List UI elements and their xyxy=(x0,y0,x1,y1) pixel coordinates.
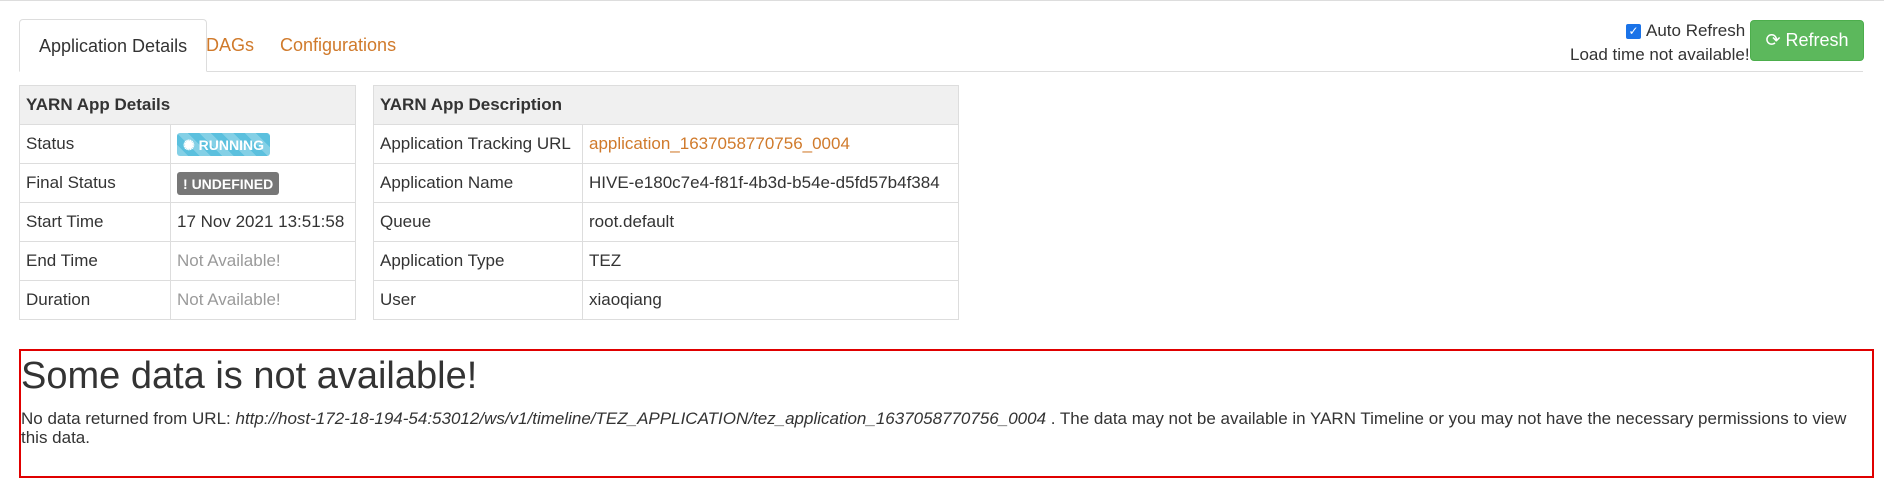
row-key: Start Time xyxy=(19,202,171,242)
table-row: Application Tracking URL application_163… xyxy=(373,124,959,164)
row-key: Application Tracking URL xyxy=(373,124,583,164)
exclamation-icon: ! xyxy=(183,175,188,192)
table-row: Application Name HIVE-e180c7e4-f81f-4b3d… xyxy=(373,163,959,203)
load-time-text: Load time not available! xyxy=(1570,45,1750,64)
row-key: Queue xyxy=(373,202,583,242)
row-value: Not Available! xyxy=(170,280,356,320)
yarn-app-details-table: YARN App Details Status ✺ RUNNING Final … xyxy=(19,85,356,320)
auto-refresh-control[interactable]: ✓ Auto Refresh xyxy=(1626,20,1745,42)
row-key: Status xyxy=(19,124,171,164)
table-row: Final Status ! UNDEFINED xyxy=(19,163,356,203)
error-title: Some data is not available! xyxy=(21,355,478,397)
error-panel: Some data is not available! No data retu… xyxy=(19,349,1874,478)
auto-refresh-checkbox[interactable]: ✓ xyxy=(1626,23,1641,39)
table-row: Queue root.default xyxy=(373,202,959,242)
row-key: User xyxy=(373,280,583,320)
refresh-button-label: Refresh xyxy=(1785,30,1849,50)
row-value: application_1637058770756_0004 xyxy=(582,124,959,164)
row-key: Final Status xyxy=(19,163,171,203)
table-title: YARN App Details xyxy=(19,85,356,125)
status-badge-label: RUNNING xyxy=(198,136,264,153)
table-title: YARN App Description xyxy=(373,85,959,125)
row-value: TEZ xyxy=(582,241,959,281)
row-key: Duration xyxy=(19,280,171,320)
row-value: ✺ RUNNING xyxy=(170,124,356,164)
yarn-app-description-table: YARN App Description Application Trackin… xyxy=(373,85,959,320)
tracking-url-link[interactable]: application_1637058770756_0004 xyxy=(589,134,850,153)
row-value: xiaoqiang xyxy=(582,280,959,320)
table-row: Duration Not Available! xyxy=(19,280,356,320)
auto-refresh-label: Auto Refresh xyxy=(1646,21,1746,40)
spinner-icon: ✺ xyxy=(183,136,195,153)
row-key: Application Name xyxy=(373,163,583,203)
final-status-badge: ! UNDEFINED xyxy=(177,171,280,195)
table-row: Application Type TEZ xyxy=(373,241,959,281)
row-value: Not Available! xyxy=(170,241,356,281)
error-message: No data returned from URL: http://host-1… xyxy=(21,409,1869,447)
row-value: 17 Nov 2021 13:51:58 xyxy=(170,202,356,242)
table-row: Status ✺ RUNNING xyxy=(19,124,356,164)
refresh-button[interactable]: ⟳ Refresh xyxy=(1750,20,1864,61)
tab-application-details[interactable]: Application Details xyxy=(19,19,208,72)
tab-configurations[interactable]: Configurations xyxy=(261,19,415,71)
row-key: End Time xyxy=(19,241,171,281)
row-value: ! UNDEFINED xyxy=(170,163,356,203)
status-badge: ✺ RUNNING xyxy=(177,132,270,156)
error-message-prefix: No data returned from URL: xyxy=(21,409,236,428)
error-url: http://host-172-18-194-54:53012/ws/v1/ti… xyxy=(235,409,1047,428)
row-value: HIVE-e180c7e4-f81f-4b3d-b54e-d5fd57b4f38… xyxy=(582,163,959,203)
final-status-badge-label: UNDEFINED xyxy=(191,175,274,192)
table-row: End Time Not Available! xyxy=(19,241,356,281)
table-row: User xiaoqiang xyxy=(373,280,959,320)
row-value: root.default xyxy=(582,202,959,242)
top-divider xyxy=(0,0,1884,1)
row-key: Application Type xyxy=(373,241,583,281)
refresh-icon: ⟳ xyxy=(1765,30,1781,50)
table-row: Start Time 17 Nov 2021 13:51:58 xyxy=(19,202,356,242)
